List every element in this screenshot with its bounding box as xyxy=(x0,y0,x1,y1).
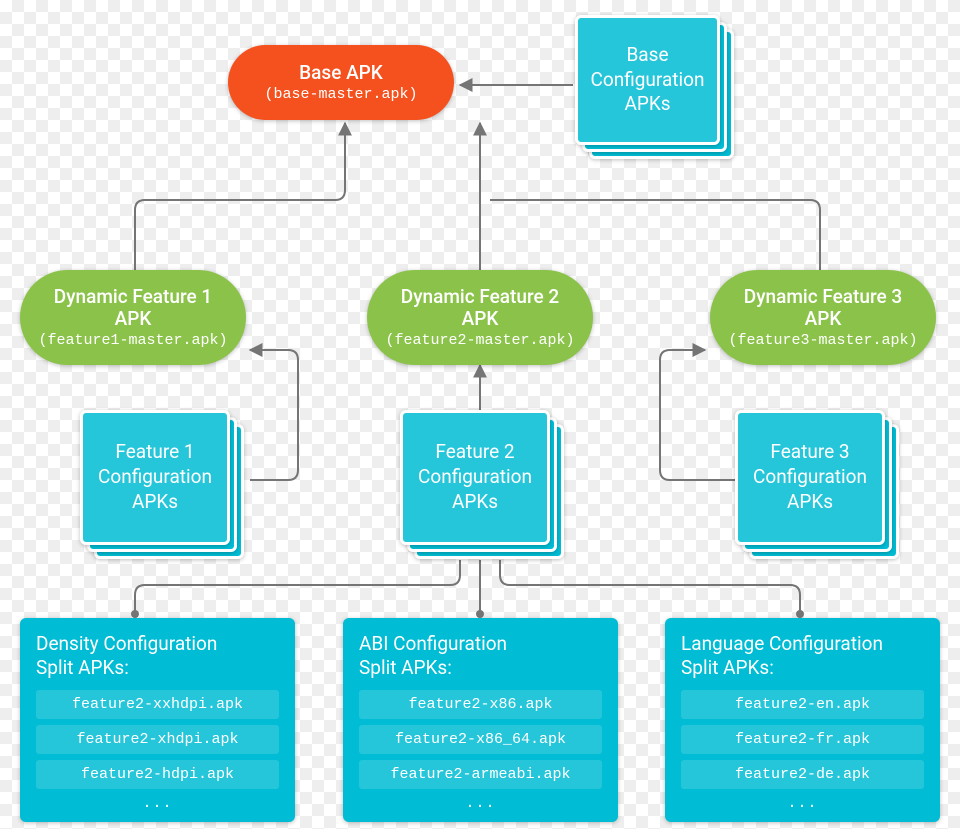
abi-title-l2: Split APKs: xyxy=(359,656,452,679)
feature-3-config-line1: Feature 3 xyxy=(770,440,849,465)
density-title-l2: Split APKs: xyxy=(36,656,129,679)
abi-title-l1: ABI Configuration xyxy=(359,632,507,655)
dynamic-feature-2-node: Dynamic Feature 2 APK (feature2-master.a… xyxy=(367,270,593,365)
language-entry-0: feature2-en.apk xyxy=(681,690,924,719)
dynamic-feature-2-title-l1: Dynamic Feature 2 xyxy=(401,286,559,308)
abi-entry-2: feature2-armeabi.apk xyxy=(359,760,602,789)
language-title-l1: Language Configuration xyxy=(681,632,883,655)
dynamic-feature-3-node: Dynamic Feature 3 APK (feature3-master.a… xyxy=(710,270,936,365)
dynamic-feature-3-file: (feature3-master.apk) xyxy=(728,332,917,349)
dynamic-feature-3-title-l1: Dynamic Feature 3 xyxy=(744,286,902,308)
feature-3-config-stack: Feature 3 Configuration APKs xyxy=(735,410,905,565)
abi-entry-0: feature2-x86.apk xyxy=(359,690,602,719)
base-config-line3: APKs xyxy=(624,92,670,117)
base-config-line2: Configuration xyxy=(591,68,705,93)
base-apk-file: (base-master.apk) xyxy=(264,86,417,103)
density-entry-2: feature2-hdpi.apk xyxy=(36,760,279,789)
dynamic-feature-3-title-l2: APK xyxy=(805,308,842,330)
abi-split-panel: ABI Configuration Split APKs: feature2-x… xyxy=(343,618,618,822)
base-config-stack: Base Configuration APKs xyxy=(575,15,740,165)
base-config-line1: Base xyxy=(626,43,668,68)
dynamic-feature-2-title-l2: APK xyxy=(462,308,499,330)
abi-entry-1: feature2-x86_64.apk xyxy=(359,725,602,754)
base-apk-title: Base APK xyxy=(299,62,383,84)
language-title-l2: Split APKs: xyxy=(681,656,774,679)
feature-3-config-line3: APKs xyxy=(787,490,833,515)
feature-1-config-stack: Feature 1 Configuration APKs xyxy=(80,410,250,565)
feature-2-config-line3: APKs xyxy=(452,490,498,515)
feature-1-config-line3: APKs xyxy=(132,490,178,515)
language-entry-2: feature2-de.apk xyxy=(681,760,924,789)
dynamic-feature-1-title-l1: Dynamic Feature 1 xyxy=(54,286,212,308)
density-more: ... xyxy=(36,795,279,812)
dynamic-feature-2-file: (feature2-master.apk) xyxy=(385,332,574,349)
feature-2-config-line2: Configuration xyxy=(418,465,532,490)
feature-3-config-line2: Configuration xyxy=(753,465,867,490)
language-more: ... xyxy=(681,795,924,812)
density-entry-1: feature2-xhdpi.apk xyxy=(36,725,279,754)
density-split-panel: Density Configuration Split APKs: featur… xyxy=(20,618,295,822)
base-apk-node: Base APK (base-master.apk) xyxy=(228,45,454,120)
feature-2-config-stack: Feature 2 Configuration APKs xyxy=(400,410,570,565)
language-split-panel: Language Configuration Split APKs: featu… xyxy=(665,618,940,822)
density-entry-0: feature2-xxhdpi.apk xyxy=(36,690,279,719)
feature-1-config-line2: Configuration xyxy=(98,465,212,490)
feature-1-config-line1: Feature 1 xyxy=(115,440,194,465)
dynamic-feature-1-title-l2: APK xyxy=(115,308,152,330)
density-title-l1: Density Configuration xyxy=(36,632,217,655)
feature-2-config-line1: Feature 2 xyxy=(435,440,514,465)
dynamic-feature-1-file: (feature1-master.apk) xyxy=(38,332,227,349)
abi-more: ... xyxy=(359,795,602,812)
dynamic-feature-1-node: Dynamic Feature 1 APK (feature1-master.a… xyxy=(20,270,246,365)
language-entry-1: feature2-fr.apk xyxy=(681,725,924,754)
